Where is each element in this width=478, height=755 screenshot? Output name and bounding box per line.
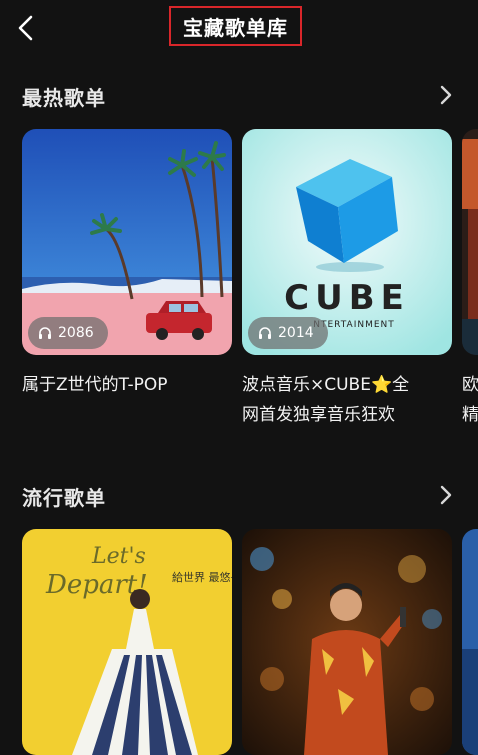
page-title: 宝藏歌单库	[183, 15, 288, 40]
section-title: 最热歌单	[22, 86, 106, 110]
playlist-card[interactable]: Let's Depart! 給世界 最悠長的吻	[22, 529, 232, 755]
playlist-cover-image: Let's Depart! 給世界 最悠長的吻	[22, 529, 232, 755]
cube-logo-text: CUBE	[284, 278, 410, 318]
play-count: 2014	[278, 325, 314, 341]
playlist-cover-image	[242, 529, 452, 755]
play-count-badge: 2014	[248, 317, 328, 349]
cover-art-text: 給世界 最悠長的吻	[172, 570, 232, 584]
playlist-title[interactable]: 欧 精	[462, 370, 478, 430]
playlist-cover-image	[462, 529, 478, 755]
cover-art-text: Let's	[91, 544, 146, 569]
chevron-left-icon[interactable]	[14, 14, 38, 42]
playlist-cover-image	[462, 129, 478, 355]
playlist-title[interactable]: 波点音乐×CUBE⭐全 网首发独享音乐狂欢	[242, 370, 452, 430]
playlist-card[interactable]	[242, 529, 452, 755]
headphones-icon	[39, 327, 51, 339]
playlist-card-partial[interactable]	[462, 129, 478, 355]
section-title: 流行歌单	[22, 486, 106, 510]
headphones-icon	[259, 327, 271, 339]
playlist-card[interactable]: 2086	[22, 129, 232, 355]
playlist-card-partial[interactable]	[462, 529, 478, 755]
play-count-badge: 2086	[28, 317, 108, 349]
playlist-title[interactable]: 属于Z世代的T-POP	[22, 370, 232, 400]
chevron-right-icon[interactable]	[438, 84, 454, 106]
page-title-box: 宝藏歌单库	[169, 6, 302, 46]
top-bar: 宝藏歌单库	[0, 0, 478, 60]
chevron-right-icon[interactable]	[438, 484, 454, 506]
play-count: 2086	[58, 325, 94, 341]
playlist-card[interactable]: CUBE NTERTAINMENT 2014	[242, 129, 452, 355]
